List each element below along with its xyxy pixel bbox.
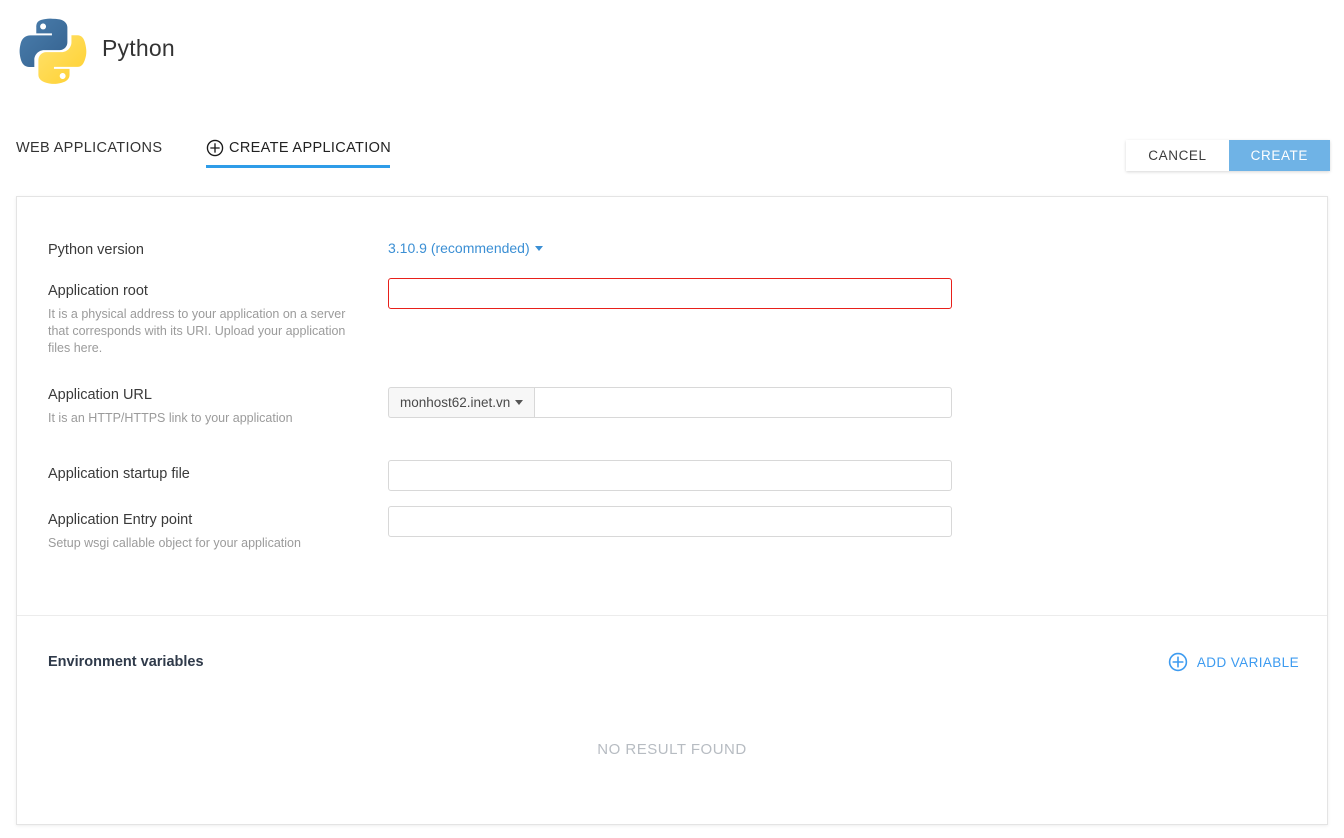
application-entry-point-label: Application Entry point (48, 512, 193, 528)
chevron-down-icon (515, 400, 524, 405)
application-root-input-wrap (388, 278, 952, 309)
application-url-input[interactable] (534, 387, 952, 418)
application-entry-point-input-wrap (388, 506, 952, 537)
chevron-down-icon (534, 245, 543, 251)
tab-create-application[interactable]: CREATE APPLICATION (206, 128, 391, 168)
action-buttons: CANCEL CREATE (1126, 140, 1330, 171)
domain-dropdown-value: monhost62.inet.vn (400, 395, 511, 410)
field-application-startup-file: Application startup file (48, 465, 190, 483)
active-tab-indicator (206, 165, 390, 168)
application-entry-point-input[interactable] (388, 506, 952, 537)
field-python-version: Python version (48, 241, 144, 259)
application-root-label: Application root (48, 283, 148, 299)
application-root-input[interactable] (388, 278, 952, 309)
application-startup-file-input-wrap (388, 460, 952, 491)
field-application-root: Application root It is a physical addres… (48, 282, 353, 357)
create-application-card: Python version 3.10.9 (recommended) Appl… (16, 196, 1328, 825)
application-root-hint: It is a physical address to your applica… (48, 307, 346, 355)
create-button[interactable]: CREATE (1228, 140, 1330, 171)
python-logo-icon (16, 12, 88, 84)
add-variable-button[interactable]: ADD VARIABLE (1168, 652, 1299, 672)
application-url-hint: It is an HTTP/HTTPS link to your applica… (48, 411, 293, 425)
brand-header: Python (16, 10, 175, 86)
cancel-button[interactable]: CANCEL (1126, 140, 1229, 171)
environment-variables-empty-message: NO RESULT FOUND (597, 741, 747, 758)
domain-dropdown-trigger[interactable]: monhost62.inet.vn (388, 387, 535, 418)
application-url-input-group: monhost62.inet.vn (388, 387, 952, 418)
python-version-dropdown-trigger[interactable]: 3.10.9 (recommended) (388, 240, 543, 256)
python-version-value: 3.10.9 (recommended) (388, 240, 530, 256)
environment-variables-title: Environment variables (48, 654, 204, 670)
python-version-label: Python version (48, 242, 144, 258)
python-version-dropdown[interactable]: 3.10.9 (recommended) (388, 240, 543, 258)
add-variable-label: ADD VARIABLE (1196, 654, 1299, 670)
environment-variables-section: Environment variables ADD VARIABLE NO RE… (17, 615, 1327, 825)
application-startup-file-input[interactable] (388, 460, 952, 491)
field-application-entry-point: Application Entry point Setup wsgi calla… (48, 511, 301, 552)
tab-create-application-label: CREATE APPLICATION (229, 140, 392, 156)
tab-web-applications-label: WEB APPLICATIONS (16, 140, 163, 156)
application-form-section: Python version 3.10.9 (recommended) Appl… (17, 197, 1327, 616)
plus-circle-icon (206, 139, 224, 157)
plus-circle-icon (1168, 652, 1188, 672)
page-title: Python (102, 34, 175, 61)
tab-web-applications[interactable]: WEB APPLICATIONS (16, 128, 162, 168)
application-startup-file-label: Application startup file (48, 466, 190, 482)
application-url-label: Application URL (48, 387, 152, 403)
application-entry-point-hint: Setup wsgi callable object for your appl… (48, 536, 301, 550)
field-application-url: Application URL It is an HTTP/HTTPS link… (48, 386, 293, 427)
